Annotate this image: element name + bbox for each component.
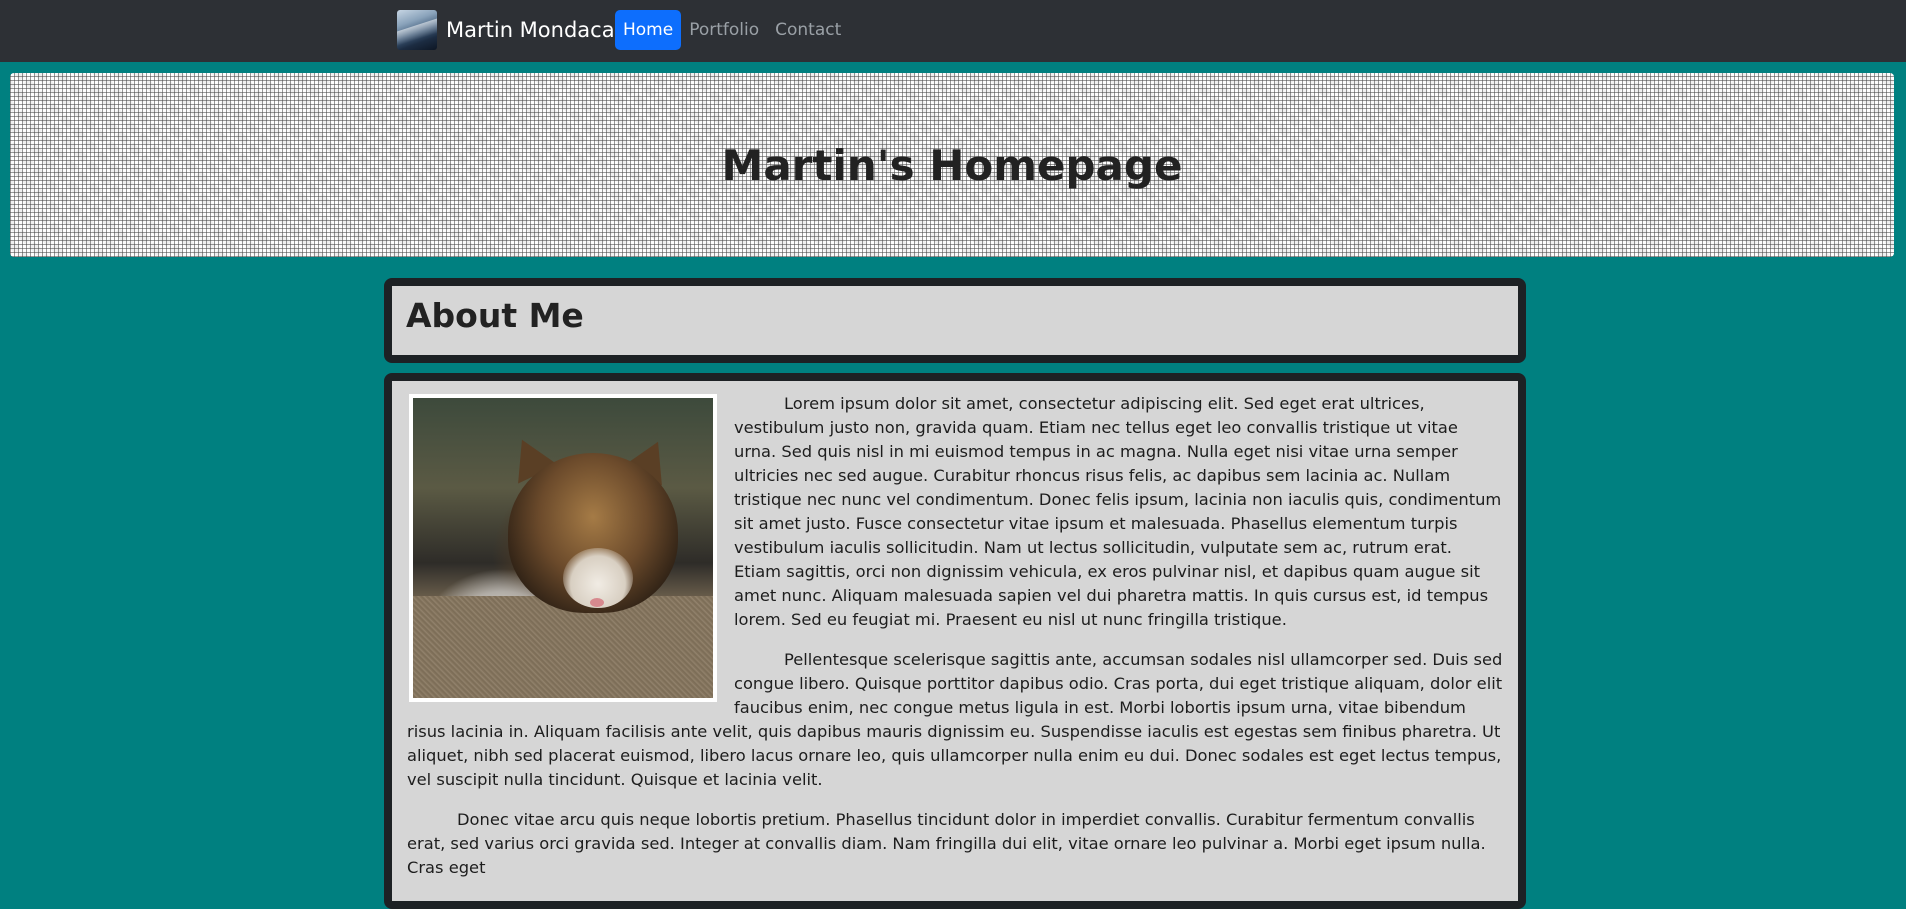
about-heading: About Me bbox=[406, 296, 584, 335]
about-content: Lorem ipsum dolor sit amet, consectetur … bbox=[392, 381, 1518, 880]
nav-link-portfolio[interactable]: Portfolio bbox=[681, 10, 767, 50]
brand-name: Martin Mondaca bbox=[446, 18, 615, 42]
brand-logo-image bbox=[397, 10, 437, 50]
kitten-photo bbox=[409, 394, 717, 702]
about-content-card: Lorem ipsum dolor sit amet, consectetur … bbox=[384, 373, 1526, 909]
page-title: Martin's Homepage bbox=[721, 140, 1183, 190]
about-paragraph-3: Donec vitae arcu quis neque lobortis pre… bbox=[407, 810, 1486, 877]
nav-link-contact[interactable]: Contact bbox=[767, 10, 849, 50]
nav-links: Home Portfolio Contact bbox=[615, 10, 849, 50]
about-heading-card: About Me bbox=[384, 278, 1526, 363]
nav-link-home[interactable]: Home bbox=[615, 10, 682, 50]
brand-link[interactable]: Martin Mondaca bbox=[397, 10, 615, 50]
header-banner: Martin's Homepage bbox=[10, 73, 1894, 257]
top-navbar: Martin Mondaca Home Portfolio Contact bbox=[0, 0, 1906, 62]
